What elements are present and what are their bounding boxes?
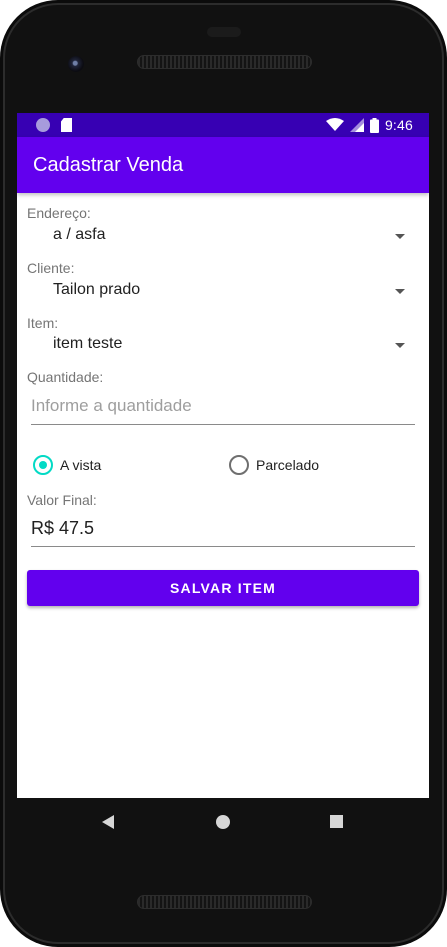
radio-parcelado[interactable]: Parcelado — [229, 453, 319, 477]
wifi-icon — [325, 118, 344, 131]
page-title: Cadastrar Venda — [33, 154, 184, 176]
radio-a-vista[interactable]: A vista — [33, 453, 101, 477]
dropdown-arrow-icon — [395, 343, 405, 348]
home-icon[interactable] — [216, 815, 230, 829]
cliente-spinner[interactable]: Tailon prado — [27, 274, 419, 308]
quantidade-label: Quantidade: — [27, 369, 104, 385]
front-camera — [68, 56, 84, 72]
radio-parcelado-label: Parcelado — [256, 457, 320, 473]
phone-frame: 9:46 Cadastrar Venda Endereço: a / asfa … — [0, 0, 447, 947]
dropdown-arrow-icon — [395, 289, 405, 294]
item-spinner[interactable]: item teste — [27, 328, 419, 362]
quantidade-field-wrapper — [31, 390, 415, 425]
cliente-value: Tailon prado — [53, 281, 141, 298]
radio-unchecked-icon — [229, 455, 249, 475]
battery-icon — [369, 117, 379, 133]
endereco-spinner[interactable]: a / asfa — [27, 219, 419, 253]
earpiece — [207, 27, 241, 37]
recent-apps-icon[interactable] — [330, 815, 343, 828]
circle-notification-icon — [36, 118, 50, 132]
radio-checked-icon — [33, 455, 53, 475]
valor-final-field[interactable]: R$ 47.5 — [31, 512, 415, 547]
clock: 9:46 — [384, 117, 413, 133]
quantidade-input[interactable] — [31, 392, 411, 420]
dropdown-arrow-icon — [395, 234, 405, 239]
system-nav-bar — [17, 798, 429, 846]
status-bar: 9:46 — [17, 113, 429, 137]
item-value: item teste — [53, 335, 123, 352]
radio-a-vista-label: A vista — [60, 457, 102, 473]
back-icon[interactable] — [102, 815, 114, 829]
app-bar: Cadastrar Venda — [17, 137, 429, 193]
status-icons: 9:46 — [325, 116, 413, 134]
save-item-button[interactable]: SALVAR ITEM — [27, 570, 419, 606]
endereco-value: a / asfa — [53, 226, 106, 243]
top-speaker-grille — [137, 55, 312, 69]
valor-final-label: Valor Final: — [27, 492, 97, 508]
app-screen: 9:46 Cadastrar Venda Endereço: a / asfa … — [17, 113, 429, 798]
sd-card-icon — [61, 118, 72, 132]
signal-icon — [349, 118, 364, 132]
bottom-speaker-grille — [137, 895, 312, 909]
valor-final-value: R$ 47.5 — [31, 518, 95, 538]
